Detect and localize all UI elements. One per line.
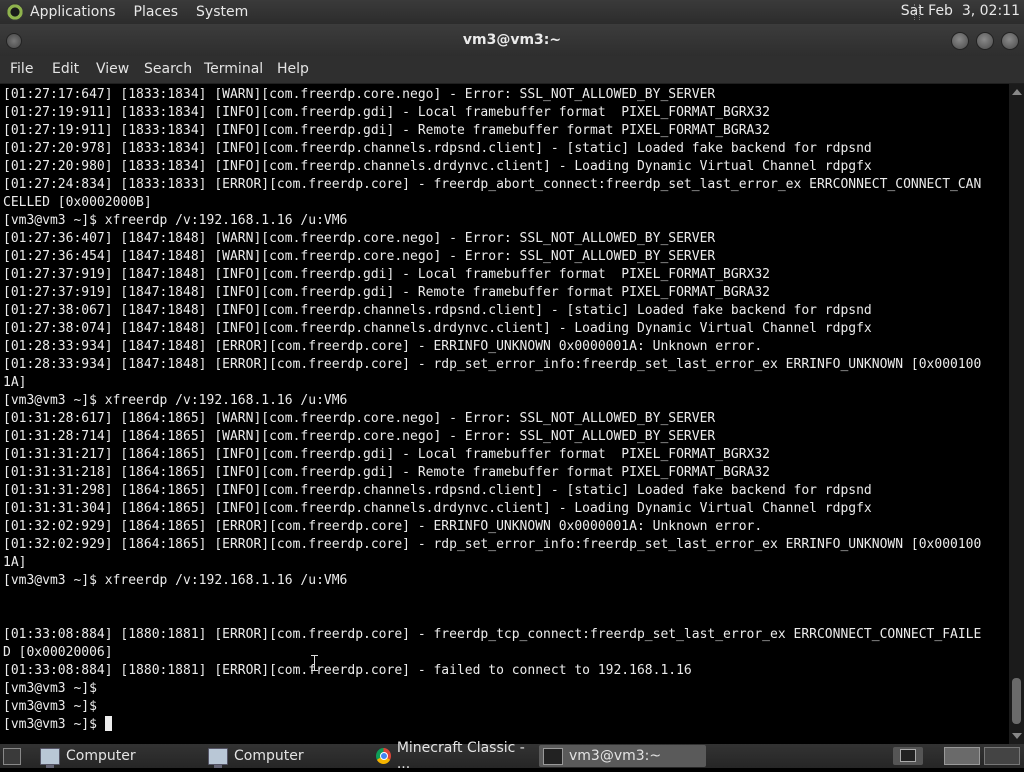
minimize-button[interactable] [951, 32, 969, 50]
terminal-line: [01:28:33:934] [1847:1848] [ERROR][com.f… [3, 357, 982, 372]
terminal-line: [01:27:38:074] [1847:1848] [INFO][com.fr… [3, 321, 872, 336]
terminal-line: [01:27:38:067] [1847:1848] [INFO][com.fr… [3, 303, 872, 318]
terminal-line: [01:27:17:647] [1833:1834] [WARN][com.fr… [3, 87, 716, 102]
menu-edit[interactable]: Edit [52, 61, 79, 77]
scroll-up-arrow-icon[interactable] [1012, 89, 1022, 95]
terminal-line: [01:31:31:298] [1864:1865] [INFO][com.fr… [3, 483, 872, 498]
text-cursor-icon [311, 655, 320, 671]
terminal-line: [vm3@vm3 ~]$ xfreerdp /v:192.168.1.16 /u… [3, 393, 348, 408]
terminal-launcher-icon[interactable] [893, 747, 923, 765]
scroll-down-arrow-icon[interactable] [1012, 733, 1022, 739]
terminal-line: [01:31:28:617] [1864:1865] [WARN][com.fr… [3, 411, 716, 426]
terminal-view[interactable]: [01:27:17:647] [1833:1834] [WARN][com.fr… [0, 84, 1009, 744]
terminal-line: [01:33:08:884] [1880:1881] [ERROR][com.f… [3, 627, 982, 642]
terminal-line: 1A] [3, 555, 27, 570]
bottom-panel: Computer Computer Minecraft Classic - ..… [0, 740, 1024, 772]
terminal-line: [01:33:08:884] [1880:1881] [ERROR][com.f… [3, 663, 692, 678]
terminal-line: [01:27:20:978] [1833:1834] [INFO][com.fr… [3, 141, 872, 156]
terminal-line: [01:27:36:407] [1847:1848] [WARN][com.fr… [3, 231, 716, 246]
terminal-line: [01:27:24:834] [1833:1833] [ERROR][com.f… [3, 177, 982, 192]
menu-file[interactable]: File [10, 61, 33, 77]
task-label: Computer [66, 748, 136, 764]
window-titlebar[interactable]: vm3@vm3:~ [0, 24, 1024, 56]
terminal-line: [01:31:31:217] [1864:1865] [INFO][com.fr… [3, 447, 771, 462]
terminal-cursor [104, 716, 112, 731]
task-label: Computer [234, 748, 304, 764]
workspace-1[interactable] [944, 747, 980, 765]
terminal-line: [01:27:20:980] [1833:1834] [INFO][com.fr… [3, 159, 872, 174]
window-title: vm3@vm3:~ [462, 32, 562, 48]
terminal-line: [01:31:31:304] [1864:1865] [INFO][com.fr… [3, 501, 872, 516]
terminal-line: [01:31:31:218] [1864:1865] [INFO][com.fr… [3, 465, 771, 480]
workspace-2[interactable] [984, 747, 1020, 765]
applications-menu[interactable]: Applications [30, 4, 116, 20]
terminal-line: D [0x00020006] [3, 645, 113, 660]
terminal-line: [vm3@vm3 ~]$ [3, 681, 97, 696]
terminal-line: 1A] [3, 375, 27, 390]
terminal-menubar: File Edit View Search Terminal Help [0, 56, 1024, 84]
task-terminal[interactable]: vm3@vm3:~ [539, 745, 706, 767]
close-button[interactable] [1001, 32, 1019, 50]
terminal-line: [vm3@vm3 ~]$ [3, 699, 97, 714]
terminal-line: CELLED [0x0002000B] [3, 195, 152, 210]
places-menu[interactable]: Places [134, 4, 179, 20]
task-label: Minecraft Classic - ... [396, 740, 525, 772]
terminal-line: [vm3@vm3 ~]$ xfreerdp /v:192.168.1.16 /u… [3, 573, 348, 588]
terminal-line: [01:27:36:454] [1847:1848] [WARN][com.fr… [3, 249, 716, 264]
computer-icon [208, 747, 228, 768]
terminal-scrollbar[interactable] [1009, 84, 1024, 744]
menu-help[interactable]: Help [277, 61, 309, 77]
show-desktop-icon[interactable] [3, 748, 21, 765]
terminal-line: [01:27:19:911] [1833:1834] [INFO][com.fr… [3, 105, 771, 120]
computer-icon [40, 747, 60, 768]
task-minecraft-browser[interactable]: Minecraft Classic - ... [372, 740, 532, 772]
task-computer-1[interactable]: Computer [36, 745, 196, 768]
maximize-button[interactable] [976, 32, 994, 50]
menu-search[interactable]: Search [144, 61, 192, 77]
terminal-line: [01:32:02:929] [1864:1865] [ERROR][com.f… [3, 519, 763, 534]
terminal-output: [01:27:17:647] [1833:1834] [WARN][com.fr… [3, 86, 981, 734]
terminal-line: [01:27:37:919] [1847:1848] [INFO][com.fr… [3, 285, 771, 300]
terminal-icon [543, 747, 563, 765]
system-menu[interactable]: System [196, 4, 248, 20]
terminal-line: [01:28:33:934] [1847:1848] [ERROR][com.f… [3, 339, 763, 354]
distro-logo-icon[interactable] [6, 3, 24, 21]
menu-view[interactable]: View [96, 61, 129, 77]
menu-terminal[interactable]: Terminal [204, 61, 263, 77]
task-computer-2[interactable]: Computer [204, 745, 364, 768]
clock[interactable]: Sat Feb 3, 02:11 [901, 3, 1020, 19]
terminal-line: [vm3@vm3 ~]$ [3, 717, 105, 732]
task-label: vm3@vm3:~ [569, 748, 662, 764]
top-panel: Applications Places System Sat Feb 3, 02… [0, 0, 1024, 24]
terminal-line: [01:32:02:929] [1864:1865] [ERROR][com.f… [3, 537, 982, 552]
terminal-line: [01:27:37:919] [1847:1848] [INFO][com.fr… [3, 267, 771, 282]
terminal-line: [vm3@vm3 ~]$ xfreerdp /v:192.168.1.16 /u… [3, 213, 348, 228]
scrollbar-thumb[interactable] [1012, 678, 1021, 724]
terminal-line: [01:27:19:911] [1833:1834] [INFO][com.fr… [3, 123, 771, 138]
terminal-line: [01:31:28:714] [1864:1865] [WARN][com.fr… [3, 429, 716, 444]
chrome-icon [376, 748, 391, 764]
